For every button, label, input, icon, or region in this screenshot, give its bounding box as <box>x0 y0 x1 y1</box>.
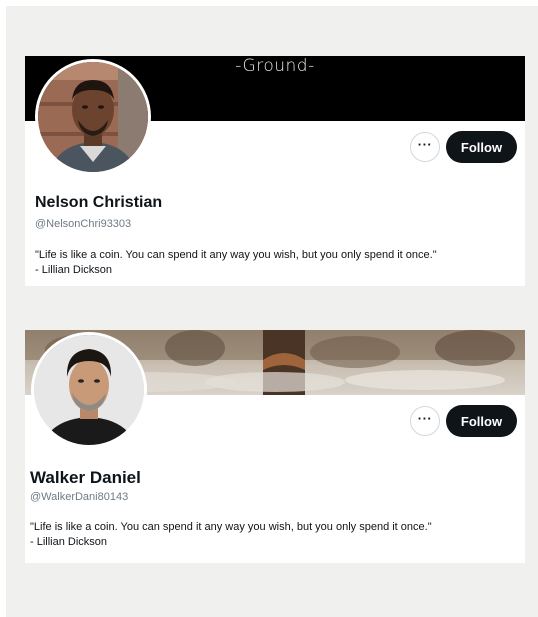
more-options-button[interactable]: ··· <box>410 406 440 436</box>
avatar[interactable] <box>31 332 147 448</box>
bio-quote: "Life is like a coin. You can spend it a… <box>35 249 437 261</box>
avatar-photo <box>38 62 148 172</box>
avatar[interactable] <box>35 59 151 175</box>
avatar-photo <box>34 335 144 445</box>
bio-quote: "Life is like a coin. You can spend it a… <box>30 521 432 533</box>
profile-bio: "Life is like a coin. You can spend it a… <box>35 248 525 278</box>
more-options-button[interactable]: ··· <box>410 132 440 162</box>
more-dots-icon: ··· <box>417 137 433 152</box>
profile-handle: @NelsonChri93303 <box>35 218 132 230</box>
bio-author: - Lillian Dickson <box>35 264 113 276</box>
follow-button[interactable]: Follow <box>446 405 517 437</box>
more-dots-icon: ··· <box>417 411 433 426</box>
follow-button[interactable]: Follow <box>446 131 517 163</box>
profile-card-walker: ··· Follow Walker Daniel @WalkerDani8014… <box>25 330 525 563</box>
profile-name: Walker Daniel <box>30 468 141 487</box>
profile-card-nelson: -Ground- ··· Follow Nelson Christian @Ne… <box>25 56 525 286</box>
profile-bio: "Life is like a coin. You can spend it a… <box>30 520 520 550</box>
bio-author: - Lillian Dickson <box>30 536 108 548</box>
profile-handle: @WalkerDani80143 <box>30 491 129 503</box>
profile-name: Nelson Christian <box>35 194 163 211</box>
